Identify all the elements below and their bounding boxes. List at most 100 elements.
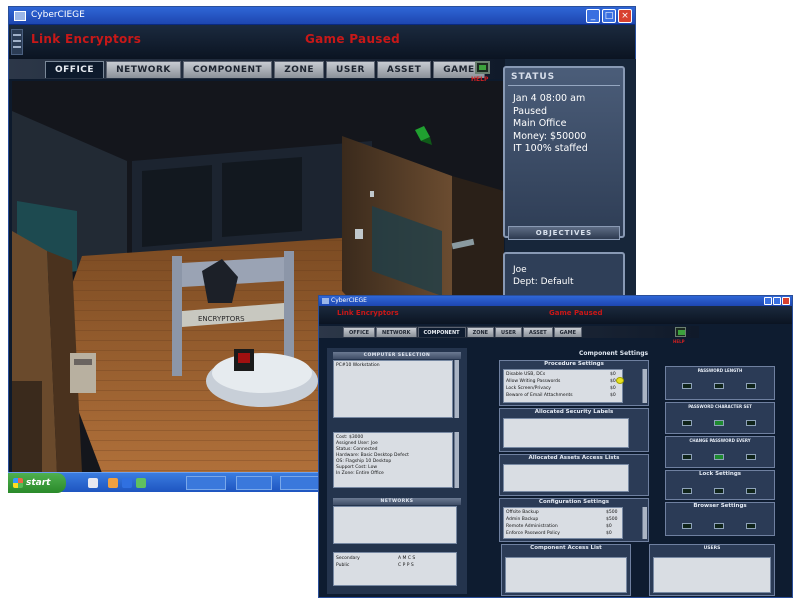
network-row-value: C P P S [398,563,414,568]
option-button[interactable] [682,420,692,426]
tab-office[interactable]: OFFICE [343,327,376,337]
window-titlebar[interactable]: CyberCIEGE [319,296,792,306]
scrollbar[interactable] [454,432,459,488]
component-access-list[interactable] [505,557,627,593]
configuration-list[interactable]: Offsite Backup $500 Admin Backup $500 Re… [503,507,623,539]
status-state: Paused [513,105,547,117]
tab-zone[interactable]: ZONE [466,327,495,337]
component-access-heading: Component Access List [530,545,602,551]
tab-game[interactable]: GAME [553,327,583,337]
taskbar-item[interactable] [236,476,272,490]
tab-component[interactable]: COMPONENT [417,327,466,337]
minimize-button[interactable] [764,297,772,305]
scrollbar[interactable] [454,360,459,418]
scrollbar[interactable] [642,369,647,403]
checkbox-label[interactable]: Admin Backup [506,517,538,522]
option-button[interactable] [682,523,692,529]
cost-value: $0 [606,524,612,529]
configuration-settings: Configuration Settings Offsite Backup $5… [499,498,649,542]
checkbox-label[interactable]: Enforce Password Policy [506,531,560,536]
option-button[interactable] [746,523,756,529]
users-list[interactable] [653,557,771,593]
option-button[interactable] [714,420,724,426]
app-icon [322,298,329,304]
help-monitor-icon[interactable] [475,61,490,74]
network-row-label: Secondary [336,556,360,561]
game-state-title: Game Paused [549,309,603,317]
window-title: CyberCIEGE [331,297,367,304]
checkbox-label[interactable]: Offsite Backup [506,510,539,515]
option-button[interactable] [714,488,724,494]
tab-asset[interactable]: ASSET [522,327,553,337]
status-staffing: IT 100% staffed [513,143,588,154]
quicklaunch-icon[interactable] [136,478,146,488]
tab-network[interactable]: NETWORK [106,61,181,78]
taskbar-item[interactable] [186,476,226,490]
quicklaunch-icon[interactable] [122,478,132,488]
procedure-settings: Procedure Settings Disable USB, DCs $0 A… [499,360,649,406]
network-list[interactable] [333,506,457,544]
help-label[interactable]: HELP [673,339,685,344]
maximize-button[interactable] [773,297,781,305]
tab-asset[interactable]: ASSET [376,61,432,78]
cost-value: $500 [606,517,618,522]
selected-person-panel: Joe Dept: Default [503,252,625,300]
close-button[interactable]: × [618,9,632,23]
checkbox-label[interactable]: Allow Writing Passwords [506,379,560,384]
checkbox-label[interactable]: Lock Screen/Privacy [506,386,551,391]
objectives-button[interactable]: OBJECTIVES [508,226,620,240]
computer-list[interactable]: PC#10 Workstation [333,360,453,418]
list-item[interactable]: PC#10 Workstation [336,363,380,369]
tab-user[interactable]: USER [326,61,375,78]
scrollbar[interactable] [642,507,647,539]
option-button[interactable] [746,383,756,389]
side-menu-handle[interactable] [11,29,23,55]
asset-access-section: Allocated Assets Access Lists [499,454,649,496]
configuration-heading: Configuration Settings [538,499,610,505]
option-button[interactable] [682,383,692,389]
network-access: Secondary A M C S Public C P P S [333,552,457,586]
close-button[interactable] [782,297,790,305]
main-tabs: OFFICE NETWORK COMPONENT ZONE USER ASSET… [343,327,583,338]
cost-value: $0 [610,386,616,391]
option-button[interactable] [714,454,724,460]
asset-access-list[interactable] [503,464,629,492]
option-button[interactable] [714,383,724,389]
checkbox-label[interactable]: Disable USB, DCs [506,372,545,377]
component-settings-title: Component Settings [579,350,649,357]
password-length-group: PASSWORD LENGTH [665,366,775,400]
option-button[interactable] [746,420,756,426]
group-heading: PASSWORD LENGTH [697,368,743,373]
window-titlebar[interactable]: CyberCIEGE _ □ × [9,7,635,25]
start-button[interactable]: start [8,473,66,493]
component-window: CyberCIEGE Link Encryptors Game Paused O… [318,295,793,598]
quicklaunch-icon[interactable] [108,478,118,488]
option-button[interactable] [714,523,724,529]
tab-office[interactable]: OFFICE [45,61,105,78]
quicklaunch-icon[interactable] [88,478,98,488]
maximize-button[interactable]: □ [602,9,616,23]
group-heading: Browser Settings [693,503,747,509]
procedure-heading: Procedure Settings [544,361,604,367]
status-heading: STATUS [511,72,556,82]
option-button[interactable] [682,454,692,460]
tab-component[interactable]: COMPONENT [182,61,273,78]
networks-heading: NETWORKS [333,498,461,505]
status-money: Money: $50000 [513,130,587,142]
tab-zone[interactable]: ZONE [274,61,325,78]
tab-network[interactable]: NETWORK [376,327,417,337]
checkbox-label[interactable]: Remote Administration [506,524,558,529]
status-location: Main Office [513,118,567,129]
help-monitor-icon[interactable] [675,327,686,337]
option-button[interactable] [682,488,692,494]
tab-user[interactable]: USER [495,327,522,337]
minimize-button[interactable]: _ [586,9,600,23]
users-section: USERS [649,544,775,596]
option-button[interactable] [746,488,756,494]
security-labels-list[interactable] [503,418,629,448]
cost-value: $0 [610,372,616,377]
procedure-list[interactable]: Disable USB, DCs $0 Allow Writing Passwo… [503,369,623,403]
option-button[interactable] [746,454,756,460]
checkbox-label[interactable]: Beware of Email Attachments [506,393,573,398]
network-row-value: A M C S [398,556,416,561]
